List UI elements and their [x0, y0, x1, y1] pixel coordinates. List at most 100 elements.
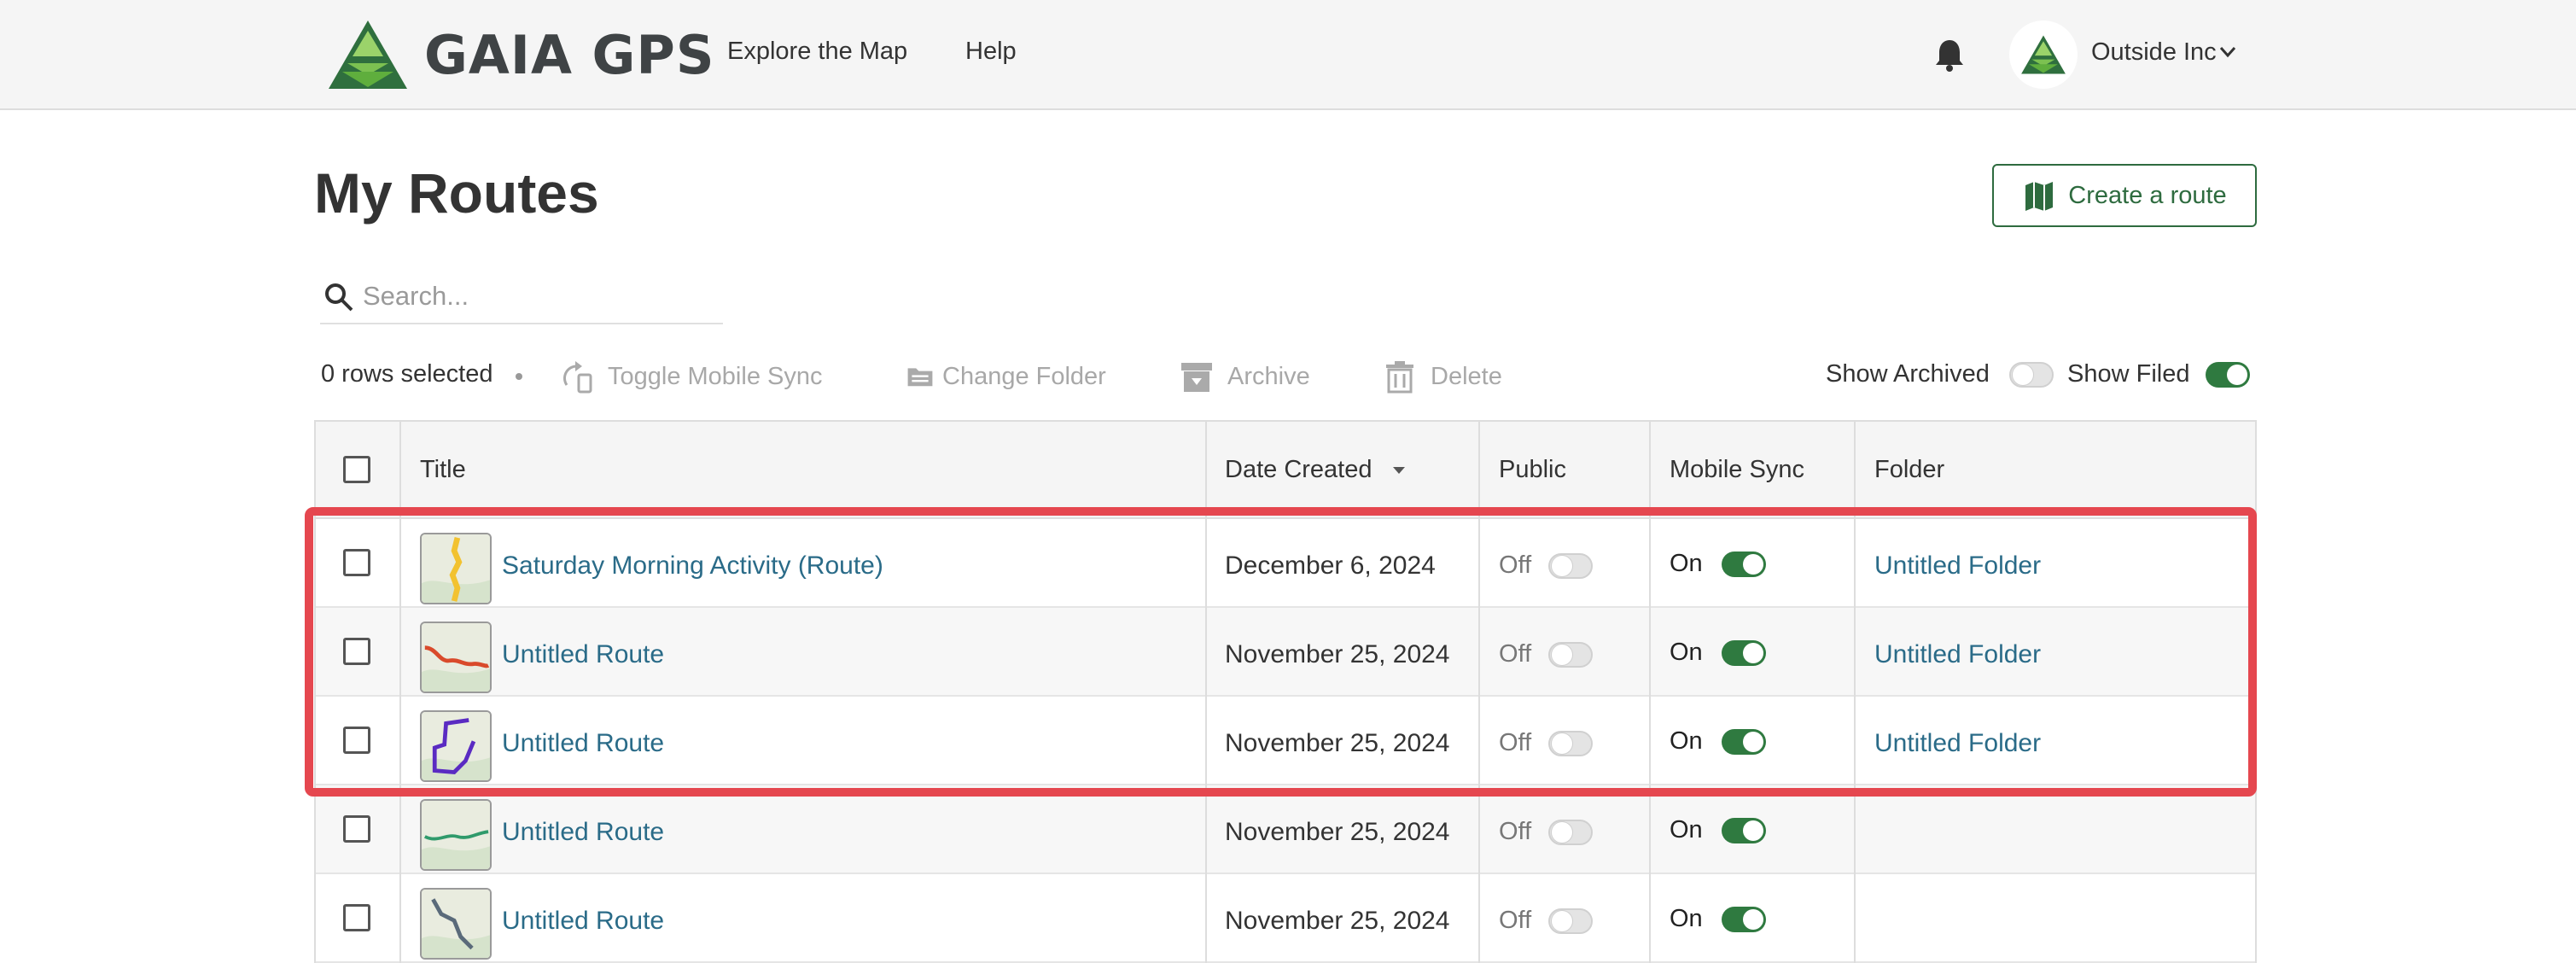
toggle-knob	[1742, 908, 1763, 930]
route-thumbnail[interactable]	[420, 799, 492, 871]
delete-button[interactable]: Delete	[1383, 359, 1502, 394]
public-cell: Off	[1499, 640, 1594, 668]
select-all-checkbox[interactable]	[343, 456, 370, 483]
public-cell: Off	[1499, 818, 1594, 846]
column-divider	[399, 422, 401, 963]
column-date-created[interactable]: Date Created	[1225, 456, 1407, 484]
route-date-created: December 6, 2024	[1225, 552, 1436, 580]
gaia-mountain-logo-icon	[329, 20, 407, 89]
public-status-label: Off	[1499, 552, 1532, 579]
mobile-sync-status-label: On	[1670, 639, 1703, 666]
toggle-knob	[1742, 553, 1763, 575]
toggle-knob	[2013, 365, 2033, 385]
account-name[interactable]: Outside Inc	[2091, 38, 2217, 67]
row-checkbox[interactable]	[343, 815, 370, 843]
table-row[interactable]: Untitled Route November 25, 2024 Off On	[316, 785, 2255, 874]
column-divider	[1205, 422, 1207, 963]
table-row[interactable]: Untitled Route November 25, 2024 Off On Unti…	[316, 697, 2255, 785]
public-cell: Off	[1499, 729, 1594, 757]
public-status-label: Off	[1499, 907, 1532, 934]
brand-name: GAIA GPS	[424, 23, 715, 86]
toggle-knob	[1552, 555, 1573, 576]
route-thumbnail-map	[422, 801, 490, 869]
mobile-sync-cell: On	[1670, 639, 1766, 667]
sync-icon	[563, 361, 592, 394]
search-icon	[325, 283, 353, 312]
route-title-link[interactable]: Untitled Route	[502, 818, 664, 847]
column-mobile-sync[interactable]: Mobile Sync	[1670, 456, 1804, 484]
route-date-created: November 25, 2024	[1225, 907, 1450, 935]
toggle-knob	[1552, 732, 1573, 754]
public-toggle[interactable]	[1548, 908, 1594, 934]
search-input[interactable]	[361, 278, 714, 314]
route-folder-link[interactable]: Untitled Folder	[1874, 640, 2041, 669]
table-row[interactable]: Untitled Route November 25, 2024 Off On	[316, 874, 2255, 963]
separator-dot	[516, 373, 522, 380]
route-title-link[interactable]: Untitled Route	[502, 907, 664, 936]
show-archived-label: Show Archived	[1826, 360, 1990, 388]
route-title-link[interactable]: Untitled Route	[502, 640, 664, 669]
route-thumbnail-map	[422, 623, 490, 692]
public-cell: Off	[1499, 907, 1594, 935]
mobile-sync-status-label: On	[1670, 905, 1703, 932]
column-title[interactable]: Title	[420, 456, 466, 484]
route-thumbnail[interactable]	[420, 533, 492, 604]
page-title: My Routes	[314, 161, 599, 225]
bell-icon[interactable]	[1934, 38, 1965, 73]
column-folder[interactable]: Folder	[1874, 456, 1944, 484]
route-thumbnail[interactable]	[420, 710, 492, 782]
row-checkbox[interactable]	[343, 904, 370, 931]
column-public[interactable]: Public	[1499, 456, 1566, 484]
column-divider	[1854, 422, 1856, 963]
public-toggle[interactable]	[1548, 552, 1594, 579]
account-avatar[interactable]	[2009, 20, 2078, 89]
mobile-sync-status-label: On	[1670, 816, 1703, 843]
row-checkbox[interactable]	[343, 638, 370, 665]
table-header: Title Date Created Public Mobile Sync Fo…	[316, 422, 2255, 519]
create-route-button[interactable]: Create a route	[1992, 164, 2257, 227]
column-divider	[1478, 422, 1480, 963]
archive-button[interactable]: Archive	[1180, 359, 1310, 394]
table-row[interactable]: Untitled Route November 25, 2024 Off On Unti…	[316, 608, 2255, 697]
table-row[interactable]: Saturday Morning Activity (Route) Decembe…	[316, 519, 2255, 608]
mobile-sync-toggle[interactable]	[1721, 639, 1766, 666]
row-checkbox[interactable]	[343, 549, 370, 576]
public-toggle[interactable]	[1548, 641, 1594, 668]
route-folder-link[interactable]: Untitled Folder	[1874, 729, 2041, 758]
route-date-created: November 25, 2024	[1225, 818, 1450, 846]
public-toggle[interactable]	[1548, 819, 1594, 845]
route-title-link[interactable]: Saturday Morning Activity (Route)	[502, 552, 883, 581]
mobile-sync-cell: On	[1670, 550, 1766, 578]
show-filed-toggle[interactable]	[2206, 362, 2250, 388]
route-thumbnail[interactable]	[420, 622, 492, 693]
route-date-created: November 25, 2024	[1225, 640, 1450, 668]
route-folder-link[interactable]: Untitled Folder	[1874, 552, 2041, 581]
route-thumbnail-map	[422, 712, 490, 780]
toggle-knob	[2227, 365, 2247, 385]
toggle-knob	[1742, 642, 1763, 663]
mobile-sync-toggle[interactable]	[1721, 906, 1766, 932]
route-title-link[interactable]: Untitled Route	[502, 729, 664, 758]
show-archived-toggle[interactable]	[2009, 362, 2054, 388]
mobile-sync-cell: On	[1670, 727, 1766, 756]
public-cell: Off	[1499, 552, 1594, 580]
chevron-down-icon[interactable]	[2219, 46, 2236, 58]
gaia-logo[interactable]: GAIA GPS	[327, 19, 715, 90]
mobile-sync-toggle[interactable]	[1721, 728, 1766, 755]
mobile-sync-toggle[interactable]	[1721, 817, 1766, 843]
column-divider	[1649, 422, 1651, 963]
change-folder-button[interactable]: Change Folder	[906, 359, 1106, 394]
toggle-knob	[1552, 910, 1573, 931]
nav-explore-map[interactable]: Explore the Map	[727, 38, 907, 66]
route-thumbnail[interactable]	[420, 888, 492, 960]
search-box	[320, 271, 723, 324]
toggle-knob	[1742, 820, 1763, 841]
nav-help[interactable]: Help	[965, 38, 1017, 66]
row-checkbox[interactable]	[343, 727, 370, 754]
map-icon	[2025, 182, 2054, 211]
mobile-sync-toggle[interactable]	[1721, 551, 1766, 577]
route-thumbnail-map	[422, 534, 490, 603]
public-status-label: Off	[1499, 729, 1532, 756]
toggle-mobile-sync-button[interactable]: Toggle Mobile Sync	[560, 359, 822, 394]
public-toggle[interactable]	[1548, 730, 1594, 756]
